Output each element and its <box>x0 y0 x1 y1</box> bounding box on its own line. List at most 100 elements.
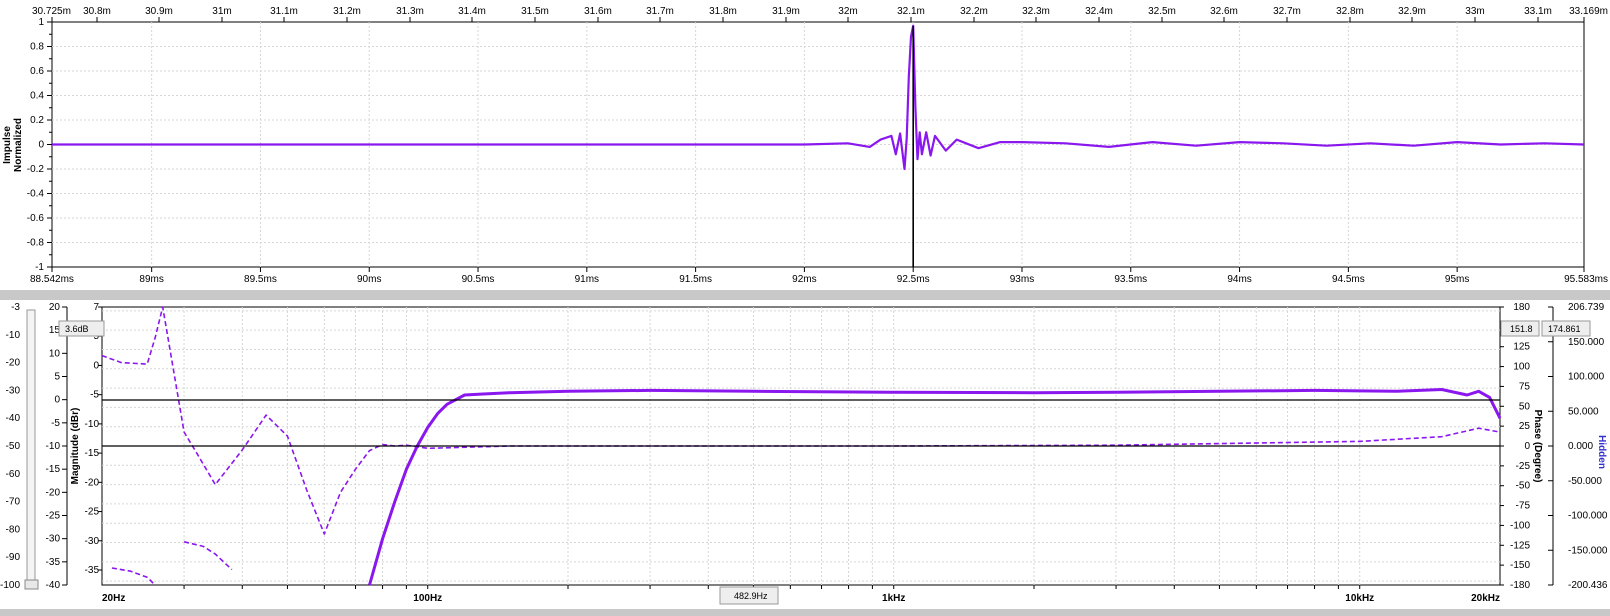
impulse-bottom-tick-label: 94ms <box>1227 274 1251 285</box>
freq-tick-label: 100Hz <box>413 593 442 604</box>
impulse-top-tick-label: 32.2m <box>960 6 988 17</box>
left1-axis-label: 5 <box>54 372 60 383</box>
impulse-bottom-tick-label: 93ms <box>1010 274 1034 285</box>
level-slider-thumb[interactable] <box>24 579 39 590</box>
left2-axis-label: -35 <box>85 565 100 576</box>
freq-tick-label: 10kHz <box>1345 593 1374 604</box>
phase-axis-label: 50 <box>1519 401 1531 412</box>
impulse-bottom-tick-label: 89ms <box>139 274 163 285</box>
impulse-top-tick-label: 31.6m <box>584 6 612 17</box>
phase-axis-label: -150 <box>1510 560 1530 571</box>
impulse-top-tick-label: 32.3m <box>1022 6 1050 17</box>
phase-axis-label: -75 <box>1516 501 1531 512</box>
outer-left-axis-label: -30 <box>6 385 21 396</box>
hidden-axis-label: 50.000 <box>1568 406 1599 417</box>
impulse-top-tick-label: 31.3m <box>396 6 424 17</box>
hidden-axis-label: 150.000 <box>1568 337 1605 348</box>
impulse-bottom-tick-label: 95.583ms <box>1564 274 1608 285</box>
left1-axis-label: -10 <box>46 441 61 452</box>
impulse-bottom-tick-label: 92.5ms <box>897 274 930 285</box>
impulse-bottom-tick-label: 94.5ms <box>1332 274 1365 285</box>
left1-axis-label: 0 <box>54 395 60 406</box>
impulse-y-tick-label: 0 <box>38 140 44 151</box>
left1-axis-label: -15 <box>46 464 61 475</box>
freq-tick-label: 20Hz <box>102 593 125 604</box>
impulse-top-tick-label: 32.8m <box>1336 6 1364 17</box>
outer-left-axis-label: -10 <box>6 330 21 341</box>
magnitude-ylabel: Magnitude (dBr) <box>70 408 81 485</box>
left1-axis-label: 10 <box>49 348 61 359</box>
impulse-y-tick-label: -0.8 <box>27 238 45 249</box>
impulse-top-tick-label: 31.8m <box>709 6 737 17</box>
chart-canvas: 88.542ms 89ms 89.5ms 90ms 90.5ms 91ms 91.5ms 92… <box>0 6 1610 616</box>
impulse-top-tick-label: 31.9m <box>772 6 800 17</box>
outer-left-axis-label: -50 <box>6 441 21 452</box>
bottom-edge-bar <box>0 609 1610 616</box>
phase-axis-label: 75 <box>1519 381 1531 392</box>
impulse-top-tick-label: 32.7m <box>1273 6 1301 17</box>
left1-axis-label: -20 <box>46 487 61 498</box>
impulse-y-tick-label: 0.2 <box>30 115 44 126</box>
cursor-left-value: 3.6dB <box>65 324 89 334</box>
left2-axis-label: -20 <box>85 477 100 488</box>
left2-axis-label: -30 <box>85 536 100 547</box>
impulse-y-tick-label: 0.6 <box>30 66 44 77</box>
left1-axis-label: -25 <box>46 511 61 522</box>
left2-axis-label: -5 <box>90 390 99 401</box>
hidden-axis-label: -150.000 <box>1568 545 1608 556</box>
panel-splitter[interactable] <box>0 290 1610 300</box>
outer-left-axis-label: -100 <box>0 580 20 591</box>
impulse-bottom-tick-label: 92ms <box>792 274 816 285</box>
hidden-axis-label: -100.000 <box>1568 511 1608 522</box>
phase-axis-label: -100 <box>1510 520 1530 531</box>
outer-left-axis-label: -3 <box>11 302 20 313</box>
hidden-axis-label: 206.739 <box>1568 302 1605 313</box>
left2-axis-label: -25 <box>85 507 100 518</box>
outer-left-axis-label: -70 <box>6 497 21 508</box>
impulse-top-tick-label: 33m <box>1465 6 1484 17</box>
phase-axis-label: 125 <box>1513 342 1530 353</box>
phase-axis-label: 0 <box>1524 441 1530 452</box>
impulse-top-tick-label: 31.4m <box>458 6 486 17</box>
hidden-axis-label: 0.000 <box>1568 441 1593 452</box>
acoustic-analyzer-view: 88.542ms 89ms 89.5ms 90ms 90.5ms 91ms 91.5ms 92… <box>0 0 1610 616</box>
left2-axis-label: -10 <box>85 419 100 430</box>
outer-left-axis-label: -90 <box>6 552 21 563</box>
outer-left-axis-label: -40 <box>6 413 21 424</box>
frequency-panel[interactable]: 20Hz 100Hz 1kHz 10kHz 20kHz-3-10-20-30-40-50… <box>0 302 1608 605</box>
impulse-top-tick-label: 30.9m <box>145 6 173 17</box>
left1-axis-label: -5 <box>51 418 60 429</box>
impulse-y-tick-label: -0.4 <box>27 189 45 200</box>
impulse-top-tick-label: 30.8m <box>83 6 111 17</box>
impulse-ylabel-line2: Normalized <box>13 118 24 172</box>
impulse-top-tick-label: 32.6m <box>1210 6 1238 17</box>
outer-left-axis-label: -80 <box>6 524 21 535</box>
impulse-y-tick-label: 0.4 <box>30 91 44 102</box>
hidden-axis-label: 100.000 <box>1568 372 1605 383</box>
impulse-top-tick-label: 33.1m <box>1524 6 1552 17</box>
left2-axis-label: 0 <box>93 360 99 371</box>
impulse-y-tick-label: 0.8 <box>30 42 44 53</box>
left1-axis-label: -30 <box>46 534 61 545</box>
freq-tick-label: 1kHz <box>882 593 905 604</box>
hidden-ylabel: Hidden <box>1596 435 1607 469</box>
impulse-panel[interactable]: 88.542ms 89ms 89.5ms 90ms 90.5ms 91ms 91.5ms 92… <box>2 6 1608 285</box>
cursor-right-value1: 151.8 <box>1510 324 1533 334</box>
outer-left-axis-label: -20 <box>6 358 21 369</box>
impulse-top-tick-label: 31.1m <box>270 6 298 17</box>
phase-axis-label: 100 <box>1513 362 1530 373</box>
left1-axis-label: -40 <box>46 580 61 591</box>
left1-axis-label: 20 <box>49 302 61 313</box>
phase-axis-label: -50 <box>1516 481 1531 492</box>
cursor-freq-value: 482.9Hz <box>734 591 768 601</box>
left2-axis-label: -15 <box>85 448 100 459</box>
left2-axis-label: 7 <box>93 302 99 313</box>
impulse-y-tick-label: -0.2 <box>27 164 45 175</box>
phase-axis-label: -180 <box>1510 580 1530 591</box>
hidden-axis-label: -200.436 <box>1568 580 1608 591</box>
level-slider-track[interactable] <box>26 309 36 586</box>
impulse-top-tick-label: 32.1m <box>897 6 925 17</box>
phase-axis-label: -125 <box>1510 540 1530 551</box>
impulse-y-tick-label: -0.6 <box>27 213 45 224</box>
impulse-bottom-tick-label: 91.5ms <box>679 274 712 285</box>
